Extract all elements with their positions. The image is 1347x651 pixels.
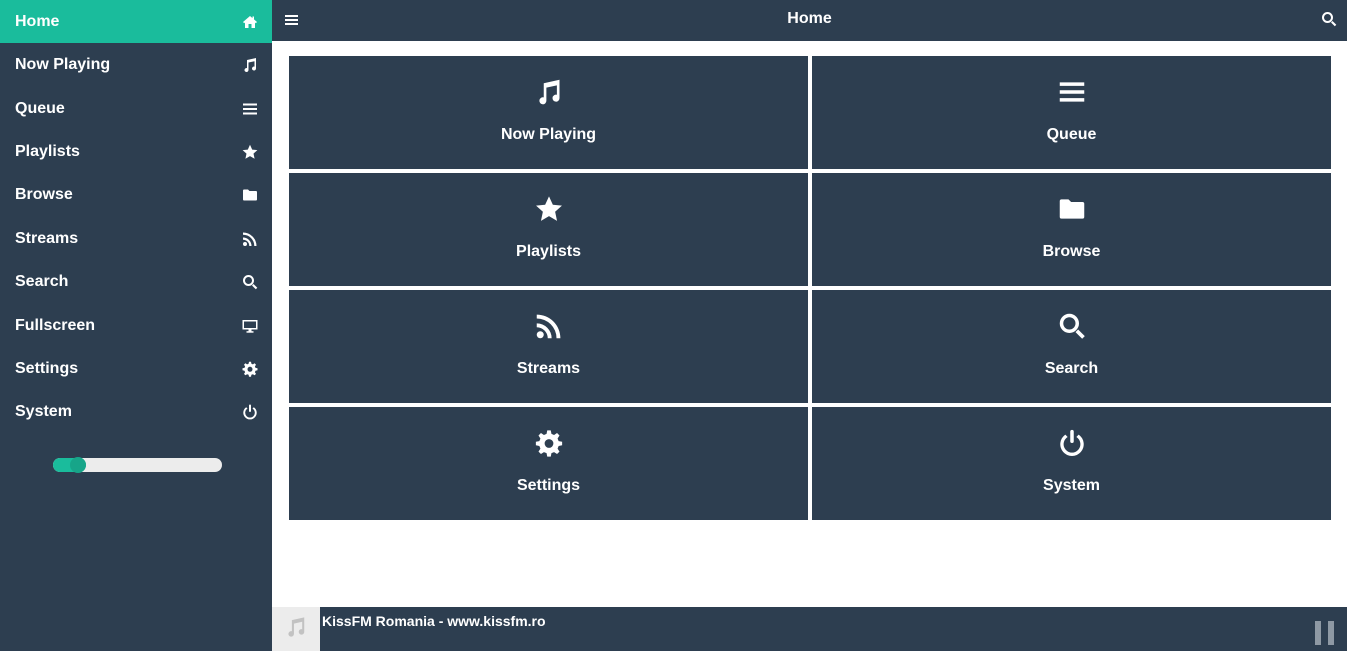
search-icon [242, 274, 258, 290]
desktop-icon [242, 318, 258, 334]
sidebar-item-label: Now Playing [15, 55, 111, 73]
tile-label: System [1043, 477, 1100, 494]
sidebar-item-queue[interactable]: Queue [0, 87, 272, 130]
tile-queue[interactable]: Queue [812, 56, 1331, 169]
tile-label: Browse [1042, 243, 1101, 260]
sidebar-item-label: Home [15, 12, 60, 30]
sidebar-item-label: Browse [15, 185, 73, 203]
tile-playlists[interactable]: Playlists [289, 173, 808, 286]
tile-label: Settings [516, 477, 581, 494]
tile-streams[interactable]: Streams [289, 290, 808, 403]
music-icon [242, 57, 258, 73]
tile-now-playing[interactable]: Now Playing [289, 56, 808, 169]
sidebar-item-browse[interactable]: Browse [0, 173, 272, 216]
music-icon [534, 77, 564, 107]
sidebar-item-fullscreen[interactable]: Fullscreen [0, 304, 272, 347]
tile-system[interactable]: System [812, 407, 1331, 520]
tile-browse[interactable]: Browse [812, 173, 1331, 286]
volume-knob[interactable] [70, 457, 86, 473]
sidebar-item-search[interactable]: Search [0, 260, 272, 303]
rss-icon [242, 231, 258, 247]
now-playing-track: KissFM Romania - www.kissfm.ro [322, 613, 546, 629]
search-icon [1057, 311, 1087, 341]
sidebar-item-playlists[interactable]: Playlists [0, 130, 272, 173]
gear-icon [242, 361, 258, 377]
folder-icon [242, 187, 258, 203]
list-icon [1057, 77, 1087, 107]
tile-label: Now Playing [500, 126, 597, 143]
sidebar-item-home[interactable]: Home [0, 0, 272, 43]
sidebar: Home Now Playing Queue Playlists Browse … [0, 0, 272, 651]
sidebar-item-label: System [15, 402, 72, 420]
sidebar-item-system[interactable]: System [0, 390, 272, 433]
star-icon [534, 194, 564, 224]
list-icon [242, 101, 258, 117]
volume-slider[interactable] [53, 457, 222, 473]
sidebar-item-settings[interactable]: Settings [0, 347, 272, 390]
pause-icon [1315, 621, 1321, 645]
tile-label: Playlists [516, 243, 581, 260]
sidebar-item-label: Settings [15, 359, 79, 377]
pause-icon [1328, 621, 1334, 645]
power-icon [242, 404, 258, 420]
sidebar-item-label: Playlists [15, 142, 80, 160]
sidebar-item-label: Streams [15, 229, 79, 247]
tile-label: Streams [516, 360, 581, 377]
gear-icon [534, 428, 564, 458]
rss-icon [534, 311, 564, 341]
sidebar-item-label: Queue [15, 99, 65, 117]
sidebar-item-label: Fullscreen [15, 316, 96, 334]
sidebar-item-now-playing[interactable]: Now Playing [0, 43, 272, 86]
tile-label: Search [1044, 360, 1099, 377]
search-icon[interactable] [1321, 11, 1337, 27]
home-icon [242, 14, 258, 30]
tile-search[interactable]: Search [812, 290, 1331, 403]
sidebar-item-streams[interactable]: Streams [0, 217, 272, 260]
folder-icon [1057, 194, 1087, 224]
player-bar: KissFM Romania - www.kissfm.ro [272, 607, 1347, 651]
tile-settings[interactable]: Settings [289, 407, 808, 520]
tile-label: Queue [1046, 126, 1097, 143]
sidebar-item-label: Search [15, 272, 69, 290]
album-cover[interactable] [272, 607, 320, 651]
home-tile-grid: Now Playing Queue Playlists Browse Strea… [289, 56, 1331, 520]
pause-button[interactable] [1315, 621, 1335, 645]
page-title: Home [787, 10, 832, 27]
top-bar: Home [272, 0, 1347, 41]
star-icon [242, 144, 258, 160]
music-icon [285, 616, 307, 643]
power-icon [1057, 428, 1087, 458]
